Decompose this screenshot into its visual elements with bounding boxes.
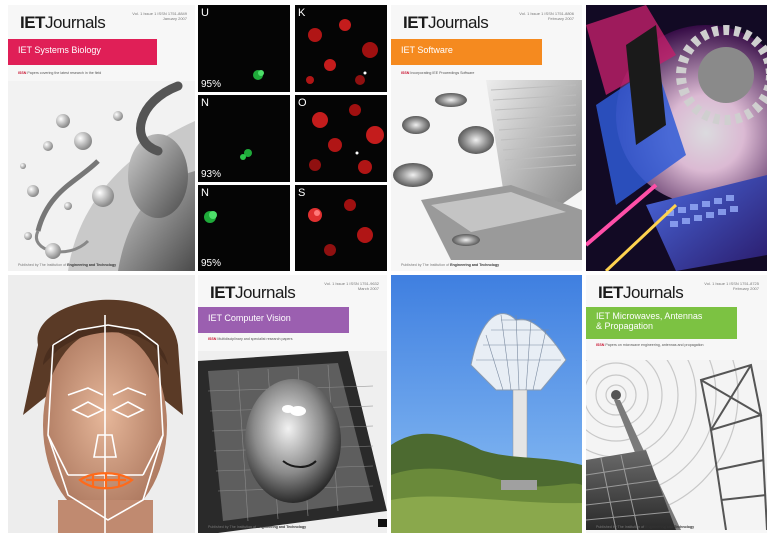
cover-illustration <box>198 351 387 533</box>
panel-label: K <box>298 7 306 19</box>
radio-telescope-illustration <box>391 275 582 533</box>
cover-software[interactable]: IETJournals Vol. 1 Issue 1 ISSN 1751-880… <box>391 5 582 271</box>
cover-microwaves-antennas[interactable]: IETJournals Vol. 1 Issue 1 ISSN 1751-872… <box>586 275 767 533</box>
masthead: IETJournals <box>20 13 106 32</box>
cover-illustration <box>586 360 767 530</box>
masthead: IETJournals <box>210 283 296 302</box>
cover-subtitle: ISSN Incorporating IEE Proceedings Softw… <box>401 71 475 75</box>
cover-footer: Published by The Institution of Engineer… <box>596 525 695 529</box>
panel-label: N <box>201 187 209 199</box>
radio-telescope-photo[interactable] <box>391 275 582 533</box>
journal-title-band: IET Computer Vision <box>198 307 349 333</box>
microscopy-panel: K <box>295 5 387 92</box>
issue-info: Vol. 1 Issue 1 ISSN 1751-8849 January 20… <box>132 11 187 21</box>
microscopy-grid[interactable]: U 95% K N 93% O N 95% S <box>198 5 387 271</box>
issue-info: Vol. 1 Issue 1 ISSN 1751-8806 February 2… <box>519 11 574 21</box>
microscopy-panel: N 95% <box>198 185 290 271</box>
journal-title-band: IET Systems Biology <box>8 39 157 65</box>
cover-systems-biology[interactable]: IETJournals Vol. 1 Issue 1 ISSN 1751-884… <box>8 5 195 271</box>
panel-percent: 95% <box>201 79 222 90</box>
face-landmark-photo[interactable] <box>8 275 195 533</box>
microscopy-panel: S <box>295 185 387 271</box>
masthead: IETJournals <box>598 283 684 302</box>
cover-subtitle: ISSN Papers covering the latest research… <box>18 71 102 75</box>
cover-illustration <box>391 80 582 260</box>
panel-percent: 95% <box>201 258 222 269</box>
panel-label: U <box>201 7 209 19</box>
cover-subtitle: ISSN Multidisciplinary and specialist re… <box>208 337 293 341</box>
journal-title-band: IET Software <box>391 39 542 65</box>
microscopy-panel: N 93% <box>198 95 290 182</box>
abstract-computer-art[interactable] <box>586 5 767 271</box>
panel-label: N <box>201 97 209 109</box>
microscopy-panel: U 95% <box>198 5 290 92</box>
panel-label: S <box>298 187 306 199</box>
computer-art-illustration <box>586 5 767 271</box>
cover-footer: Published by The Institution of Engineer… <box>208 525 307 529</box>
masthead: IETJournals <box>403 13 489 32</box>
cover-illustration <box>8 81 195 271</box>
face-landmark-illustration <box>8 275 195 533</box>
journal-title-band: IET Microwaves, Antennas & Propagation <box>586 307 737 339</box>
cover-computer-vision[interactable]: IETJournals Vol. 1 Issue 1 ISSN 1751-963… <box>198 275 387 533</box>
microscopy-panel: O <box>295 95 387 182</box>
cover-subtitle: ISSN Papers on microwave engineering, an… <box>596 343 704 347</box>
issue-info: Vol. 1 Issue 1 ISSN 1751-8725 February 2… <box>704 281 759 291</box>
cover-footer: Published by The Institution of Engineer… <box>401 263 500 267</box>
panel-label: O <box>298 97 307 109</box>
panel-percent: 93% <box>201 169 222 180</box>
cover-footer: Published by The Institution of Engineer… <box>18 263 117 267</box>
issue-info: Vol. 1 Issue 1 ISSN 1751-9632 March 2007 <box>324 281 379 291</box>
